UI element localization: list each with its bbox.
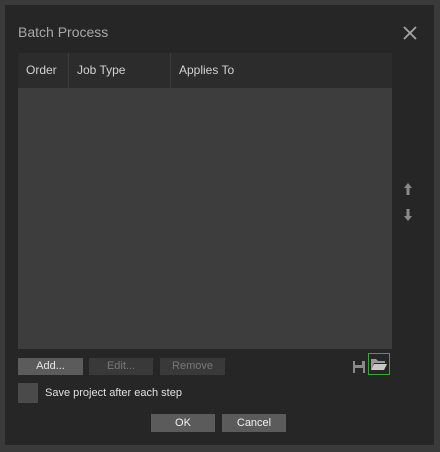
batch-process-dialog: Batch Process Order Job Type Applies To …	[5, 5, 434, 445]
arrow-up-icon[interactable]	[403, 182, 413, 196]
batch-jobs-table[interactable]: Order Job Type Applies To	[18, 53, 392, 349]
close-icon[interactable]	[400, 23, 420, 43]
arrow-down-icon[interactable]	[403, 208, 413, 222]
save-after-step-label: Save project after each step	[45, 387, 182, 399]
column-header-job-type[interactable]: Job Type	[69, 53, 171, 88]
remove-button[interactable]: Remove	[160, 358, 225, 375]
folder-open-icon[interactable]	[368, 353, 390, 375]
dialog-title: Batch Process	[18, 24, 109, 40]
table-header: Order Job Type Applies To	[18, 53, 392, 88]
column-header-order[interactable]: Order	[18, 53, 69, 88]
add-button[interactable]: Add...	[18, 358, 83, 375]
table-body[interactable]	[18, 88, 392, 349]
save-after-step-checkbox[interactable]	[18, 383, 38, 403]
save-icon[interactable]	[352, 360, 366, 374]
cancel-button[interactable]: Cancel	[222, 414, 286, 432]
column-header-applies-to[interactable]: Applies To	[171, 53, 392, 88]
edit-button[interactable]: Edit...	[89, 358, 153, 375]
ok-button[interactable]: OK	[151, 414, 215, 432]
